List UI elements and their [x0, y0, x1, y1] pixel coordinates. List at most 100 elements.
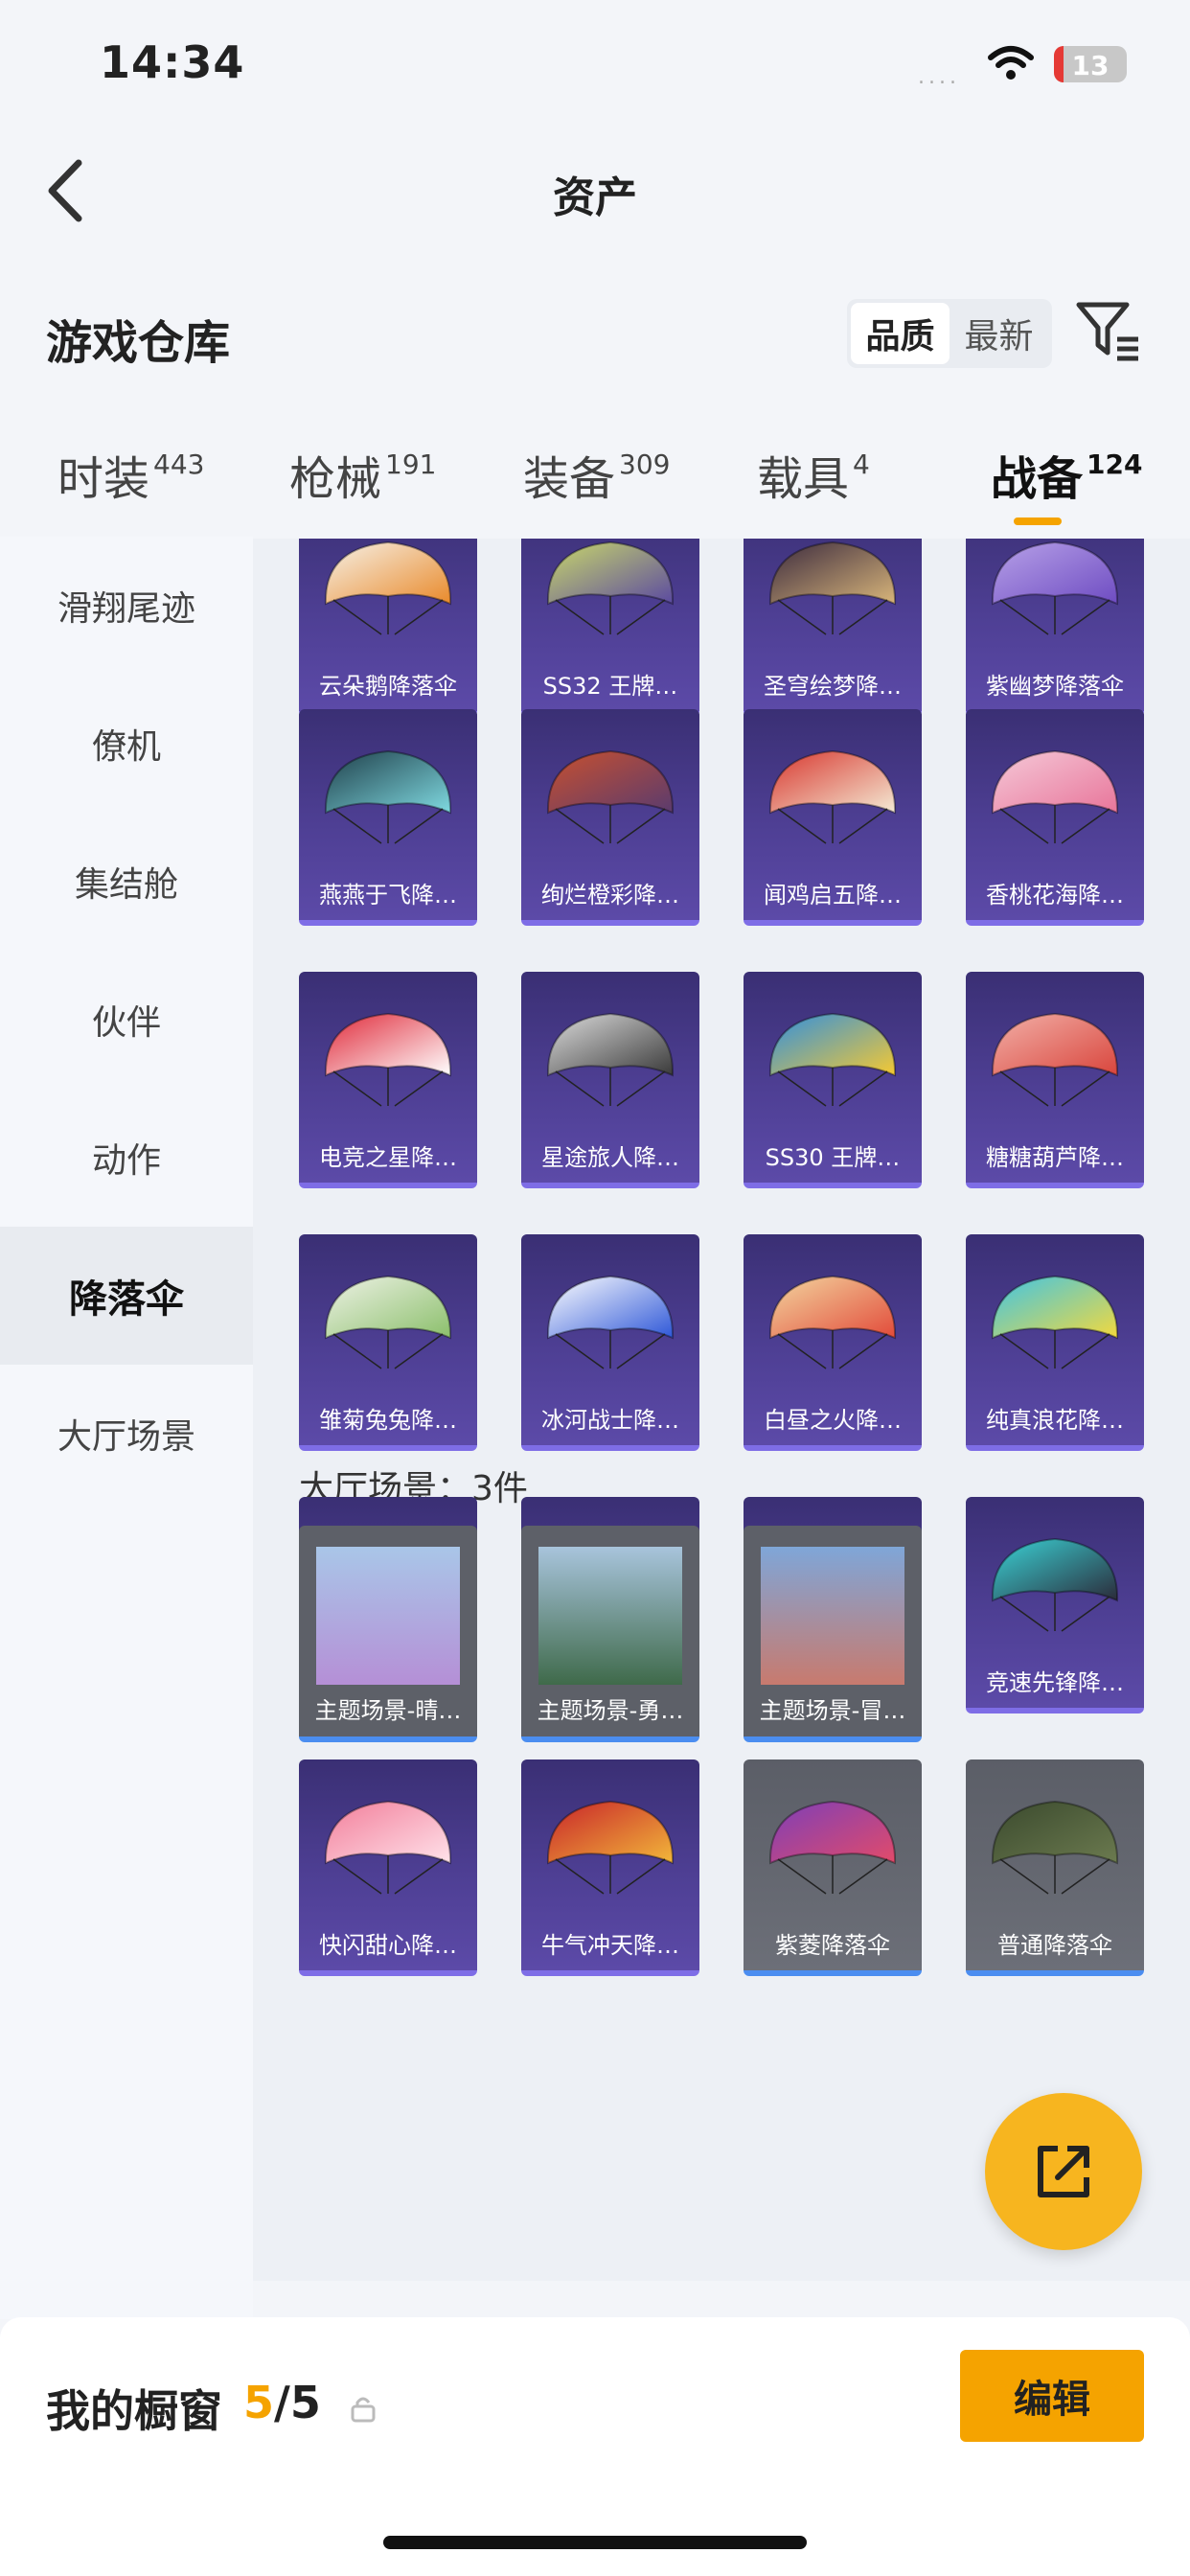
parachute-card[interactable]: SS32 王牌…: [521, 539, 699, 717]
parachute-icon: [991, 1800, 1119, 1895]
category-sidebar: 滑翔尾迹 僚机 集结舱 伙伴 动作 降落伞 大厅场景: [0, 537, 253, 2319]
parachute-icon: [768, 1800, 897, 1895]
home-indicator: [383, 2536, 807, 2549]
parachute-card[interactable]: 绚烂橙彩降…: [521, 709, 699, 926]
showcase-count: 5/5: [243, 2377, 321, 2428]
sort-newest[interactable]: 最新: [950, 303, 1048, 364]
tab-readiness[interactable]: 战备 124: [991, 441, 1142, 508]
parachute-card[interactable]: 紫菱降落伞: [744, 1760, 922, 1976]
scene-thumbnail: [538, 1547, 682, 1685]
parachute-icon: [324, 1012, 452, 1107]
battery-percent: 13: [1071, 50, 1110, 81]
sort-quality[interactable]: 品质: [851, 303, 950, 364]
sort-toggle[interactable]: 品质 最新: [847, 299, 1052, 368]
parachute-card[interactable]: 香桃花海降…: [966, 709, 1144, 926]
parachute-card[interactable]: 纯真浪花降…: [966, 1234, 1144, 1451]
parachute-name: 快闪甜心降…: [319, 1932, 457, 1959]
edit-button[interactable]: 编辑: [960, 2350, 1144, 2442]
sidebar-item-glide-trail[interactable]: 滑翔尾迹: [0, 537, 253, 675]
parachute-icon: [768, 1012, 897, 1107]
tab-fashion[interactable]: 时装 443: [57, 441, 204, 508]
parachute-name: 雏菊兔兔降…: [319, 1407, 457, 1434]
parachute-card[interactable]: 紫幽梦降落伞: [966, 539, 1144, 717]
parachute-card[interactable]: 糖糖葫芦降…: [966, 972, 1144, 1188]
parachute-card[interactable]: 冰河战士降…: [521, 1234, 699, 1451]
parachute-name: 绚烂橙彩降…: [541, 882, 679, 908]
parachute-icon: [324, 749, 452, 844]
status-time: 14:34: [100, 36, 245, 88]
parachute-name: 冰河战士降…: [541, 1407, 679, 1434]
parachute-icon: [546, 540, 675, 635]
parachute-card[interactable]: 闻鸡启五降…: [744, 709, 922, 926]
tab-count: 309: [619, 448, 671, 480]
parachute-name: 白昼之火降…: [764, 1407, 902, 1434]
active-tab-indicator: [1014, 518, 1062, 525]
parachute-card[interactable]: 普通降落伞: [966, 1760, 1144, 1976]
sidebar-item-parachute[interactable]: 降落伞: [0, 1227, 253, 1365]
parachute-name: SS30 王牌…: [765, 1144, 901, 1171]
share-button[interactable]: [985, 2093, 1142, 2250]
parachute-name: SS32 王牌…: [542, 673, 678, 700]
scene-card[interactable]: 主题场景-冒…: [744, 1526, 922, 1742]
parachute-icon: [546, 1012, 675, 1107]
parachute-name: 闻鸡启五降…: [764, 882, 902, 908]
sidebar-item-emote[interactable]: 动作: [0, 1089, 253, 1227]
scene-card[interactable]: 主题场景-晴…: [299, 1526, 477, 1742]
parachute-name: 紫菱降落伞: [775, 1932, 890, 1959]
tab-weapons[interactable]: 枪械 191: [289, 441, 436, 508]
scene-thumbnail: [316, 1547, 460, 1685]
parachute-name: 香桃花海降…: [986, 882, 1124, 908]
tab-vehicles[interactable]: 载具 4: [757, 441, 870, 508]
showcase-bar: 我的橱窗 5/5 编辑: [0, 2317, 1190, 2576]
parachute-card[interactable]: 燕燕于飞降…: [299, 709, 477, 926]
status-bar: 14:34 .... 13: [0, 0, 1190, 134]
parachute-icon: [768, 540, 897, 635]
tab-label: 时装: [57, 452, 150, 506]
parachute-icon: [991, 749, 1119, 844]
scene-card[interactable]: 主题场景-勇…: [521, 1526, 699, 1742]
warehouse-title: 游戏仓库: [46, 316, 231, 370]
scene-name: 主题场景-冒…: [759, 1697, 906, 1724]
parachute-card[interactable]: 竞速先锋降…: [966, 1497, 1144, 1714]
parachute-icon: [768, 1275, 897, 1369]
wifi-icon: [988, 46, 1034, 80]
parachute-card[interactable]: 雏菊兔兔降…: [299, 1234, 477, 1451]
parachute-card[interactable]: 牛气冲天降…: [521, 1760, 699, 1976]
parachute-card[interactable]: 星途旅人降…: [521, 972, 699, 1188]
page-title: 资产: [553, 173, 637, 222]
battery-icon: 13: [1054, 46, 1127, 82]
parachute-card[interactable]: SS30 王牌…: [744, 972, 922, 1188]
parachute-icon: [324, 1800, 452, 1895]
item-grid: 大厅场景：3件 云朵鹅降落伞 SS32 王牌… 圣穹绘梦降… 紫幽梦降落伞 燕燕于飞降……: [253, 539, 1190, 2281]
parachute-name: 电竞之星降…: [319, 1144, 457, 1171]
showcase-total: /5: [274, 2377, 321, 2428]
parachute-card[interactable]: 电竞之星降…: [299, 972, 477, 1188]
tab-equipment[interactable]: 装备 309: [523, 441, 670, 508]
scene-name: 主题场景-晴…: [314, 1697, 462, 1724]
parachute-card[interactable]: 快闪甜心降…: [299, 1760, 477, 1976]
parachute-card[interactable]: 云朵鹅降落伞: [299, 539, 477, 717]
parachute-icon: [324, 540, 452, 635]
parachute-name: 普通降落伞: [997, 1932, 1112, 1959]
parachute-name: 圣穹绘梦降…: [764, 673, 902, 700]
sidebar-item-lobby-scene[interactable]: 大厅场景: [0, 1365, 253, 1503]
parachute-name: 燕燕于飞降…: [319, 882, 457, 908]
parachute-name: 星途旅人降…: [541, 1144, 679, 1171]
parachute-card[interactable]: 圣穹绘梦降…: [744, 539, 922, 717]
parachute-icon: [991, 1275, 1119, 1369]
parachute-name: 纯真浪花降…: [986, 1407, 1124, 1434]
parachute-card[interactable]: 白昼之火降…: [744, 1234, 922, 1451]
sidebar-item-wingman[interactable]: 僚机: [0, 675, 253, 813]
parachute-name: 牛气冲天降…: [541, 1932, 679, 1959]
filter-icon[interactable]: [1075, 297, 1142, 364]
sidebar-item-pod[interactable]: 集结舱: [0, 813, 253, 951]
tab-label: 载具: [757, 452, 850, 506]
showcase-label: 我的橱窗: [46, 2385, 222, 2437]
share-icon: [1038, 2146, 1089, 2197]
sidebar-item-companion[interactable]: 伙伴: [0, 951, 253, 1089]
tab-count: 4: [853, 448, 870, 480]
tab-count: 443: [153, 448, 205, 480]
tab-label: 枪械: [289, 452, 382, 506]
parachute-icon: [546, 749, 675, 844]
parachute-icon: [768, 749, 897, 844]
